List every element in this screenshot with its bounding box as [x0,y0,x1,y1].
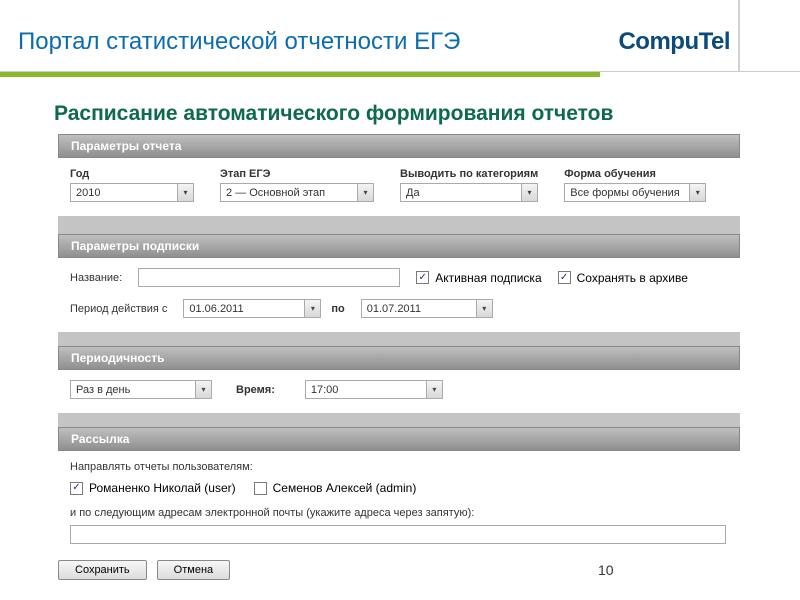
active-checkbox[interactable]: ✓ [416,271,429,284]
app-header: Портал статистической отчетности ЕГЭ Com… [0,0,800,72]
logo: CompuTel [618,28,730,56]
frequency-select[interactable]: Раз в день ▾ [70,380,212,399]
users-label: Направлять отчеты пользователям: [70,461,728,473]
stage-value: 2 — Основной этап [223,187,325,199]
page-number: 10 [598,562,614,578]
chevron-down-icon: ▾ [689,184,705,201]
chevron-down-icon: ▾ [521,184,537,201]
form-area: Параметры отчета Год 2010 ▾ Этап ЕГЭ 2 —… [58,134,740,554]
footer-row: Сохранить Отмена 10 [58,560,740,580]
active-label: Активная подписка [435,271,541,285]
chevron-down-icon: ▾ [476,300,492,317]
name-input[interactable] [138,268,400,287]
mailing-header: Рассылка [58,427,740,451]
emails-label: и по следующим адресам электронной почты… [70,507,728,519]
section-title: Расписание автоматического формирования … [54,102,800,126]
year-select[interactable]: 2010 ▾ [70,183,194,202]
category-label: Выводить по категориям [400,168,538,180]
chevron-down-icon: ▾ [177,184,193,201]
studyform-select[interactable]: Все формы обучения ▾ [564,183,706,202]
date-to-value: 01.07.2011 [364,303,421,315]
period-label: Период действия с [70,303,167,315]
user1-label: Романенко Николай (user) [89,481,236,495]
cancel-button[interactable]: Отмена [157,560,230,580]
report-params-body: Год 2010 ▾ Этап ЕГЭ 2 — Основной этап ▾ … [58,158,740,234]
time-select[interactable]: 17:00 ▾ [305,380,443,399]
chevron-down-icon: ▾ [357,184,373,201]
name-label: Название: [70,272,122,284]
date-to-select[interactable]: 01.07.2011 ▾ [361,299,493,318]
periodicity-body: Раз в день ▾ Время: 17:00 ▾ [58,370,740,427]
date-from-value: 01.06.2011 [186,303,243,315]
category-select[interactable]: Да ▾ [400,183,538,202]
chevron-down-icon: ▾ [195,381,211,398]
studyform-label: Форма обучения [564,168,706,180]
archive-checkbox[interactable]: ✓ [558,271,571,284]
chevron-down-icon: ▾ [426,381,442,398]
portal-title: Портал статистической отчетности ЕГЭ [18,28,460,56]
date-to-label: по [331,303,344,315]
subscription-body: Название: ✓ Активная подписка ✓ Сохранят… [58,258,740,346]
time-label: Время: [236,384,275,396]
stage-label: Этап ЕГЭ [220,168,374,180]
user2-label: Семенов Алексей (admin) [273,481,417,495]
stage-select[interactable]: 2 — Основной этап ▾ [220,183,374,202]
user2-checkbox[interactable] [254,482,267,495]
user1-checkbox[interactable]: ✓ [70,482,83,495]
header-divider [738,0,740,72]
year-value: 2010 [73,187,100,199]
archive-label: Сохранять в архиве [577,271,688,285]
chevron-down-icon: ▾ [304,300,320,317]
report-params-header: Параметры отчета [58,134,740,158]
save-button[interactable]: Сохранить [58,560,147,580]
frequency-value: Раз в день [73,384,130,396]
accent-bar [0,72,600,77]
time-value: 17:00 [308,384,339,396]
year-label: Год [70,168,194,180]
mailing-body: Направлять отчеты пользователям: ✓ Роман… [58,451,740,554]
subscription-header: Параметры подписки [58,234,740,258]
date-from-select[interactable]: 01.06.2011 ▾ [183,299,321,318]
periodicity-header: Периодичность [58,346,740,370]
emails-input[interactable] [70,525,726,544]
studyform-value: Все формы обучения [567,187,680,199]
category-value: Да [403,187,420,199]
